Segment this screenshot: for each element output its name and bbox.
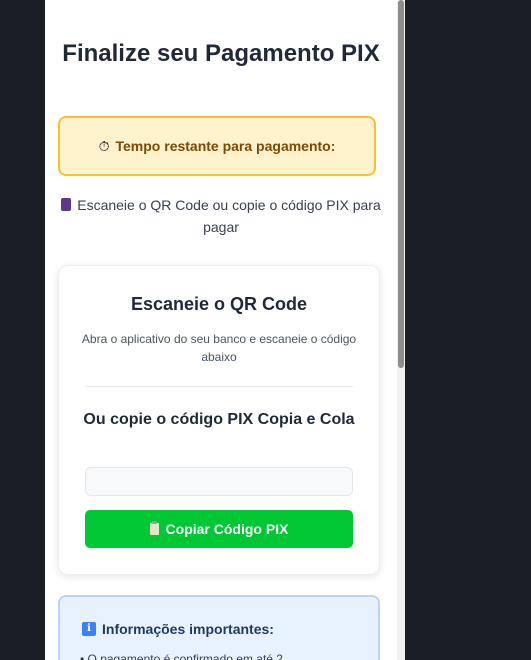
stopwatch-icon: ⏱ [98,137,110,154]
instruction-label: Escaneie o QR Code ou copie o código PIX… [77,197,381,235]
payment-page: Finalize seu Pagamento PIX ⏱ Tempo resta… [45,0,397,660]
scrollbar-thumb[interactable] [398,0,404,368]
clipboard-icon [149,521,159,535]
qr-card-subtitle: Abra o aplicativo do seu banco e escanei… [81,332,357,364]
info-box: i Informações importantes: • O pagamento… [58,595,380,660]
copy-code-title: Ou copie o código PIX Copia e Cola [83,411,355,428]
timer-label: Tempo restante para pagamento: [115,138,336,154]
phone-icon [61,198,72,211]
info-list-item: • O pagamento é confirmado em até 2 [80,652,283,660]
info-title: i Informações importantes: [82,621,274,637]
copy-pix-code-button[interactable]: Copiar Código PIX [85,510,353,548]
qr-card: Escaneie o QR Code Abra o aplicativo do … [58,265,380,575]
timer-box: ⏱ Tempo restante para pagamento: [58,116,376,176]
copy-button-label: Copiar Código PIX [165,521,289,537]
page-title: Finalize seu Pagamento PIX [62,40,380,67]
info-icon: i [82,622,96,636]
pix-code-input[interactable] [85,467,353,496]
info-title-label: Informações importantes: [102,621,274,637]
divider [85,386,353,387]
qr-card-title: Escaneie o QR Code [130,294,308,314]
instruction-text: Escaneie o QR Code ou copie o código PIX… [61,194,381,238]
